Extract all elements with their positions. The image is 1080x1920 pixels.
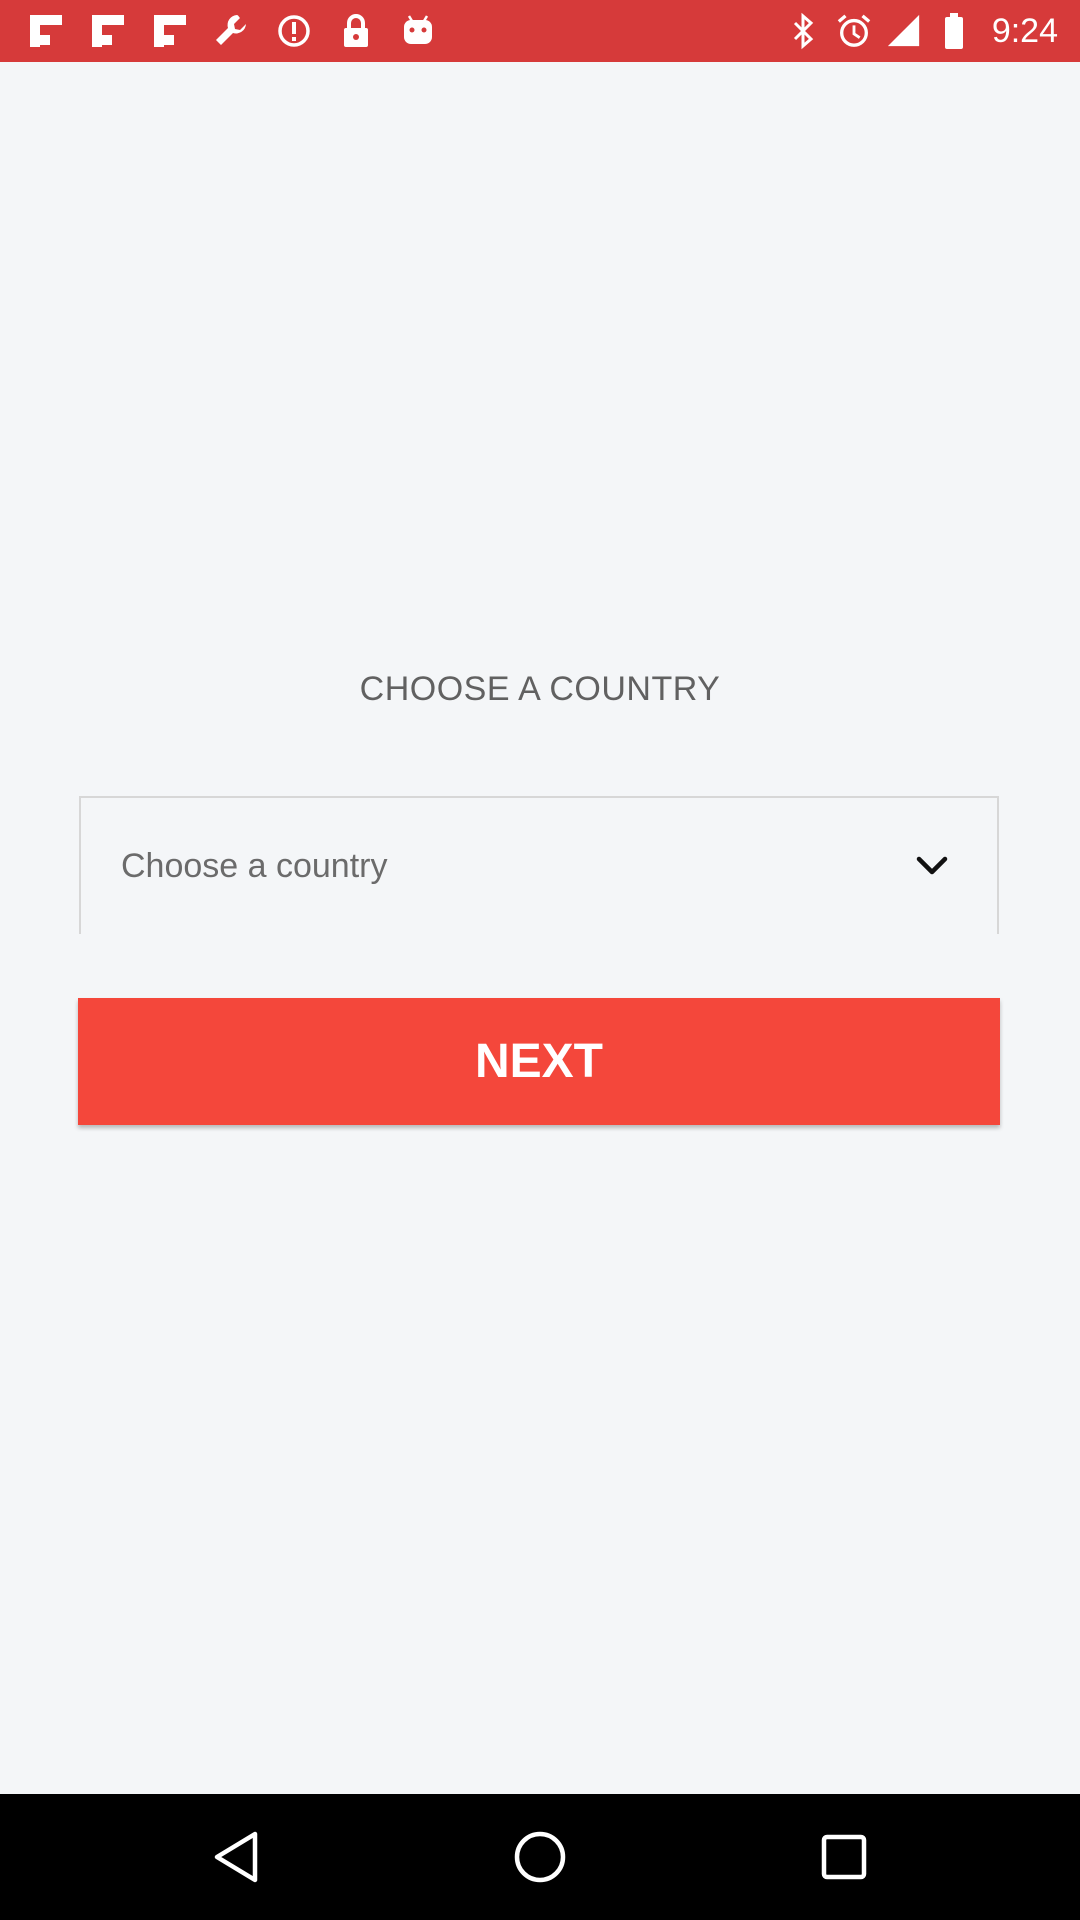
battery-icon (936, 11, 972, 51)
flipboard-icon (88, 11, 128, 51)
chevron-down-icon (915, 848, 949, 882)
flipboard-icon (150, 11, 190, 51)
signal-icon (886, 11, 922, 51)
page-title: CHOOSE A COUNTRY (359, 670, 721, 708)
navigation-bar (0, 1794, 1080, 1920)
system-icons: 9:24 (786, 0, 1058, 62)
country-select-value: Choose a country (121, 847, 388, 885)
back-icon[interactable] (204, 1825, 268, 1889)
alarm-icon (836, 11, 872, 51)
recents-icon[interactable] (812, 1825, 876, 1889)
bluetooth-icon (786, 11, 822, 51)
status-time: 9:24 (991, 11, 1058, 50)
lock-icon (336, 11, 376, 51)
home-icon[interactable] (508, 1825, 572, 1889)
status-bar: 9:24 (0, 0, 1080, 62)
notification-icons (26, 0, 460, 62)
alert-circle-icon (274, 11, 314, 51)
country-select[interactable]: Choose a country (79, 796, 999, 934)
next-button[interactable]: NEXT (78, 998, 1000, 1125)
wrench-icon (212, 11, 252, 51)
android-icon (398, 11, 438, 51)
flipboard-icon (26, 11, 66, 51)
